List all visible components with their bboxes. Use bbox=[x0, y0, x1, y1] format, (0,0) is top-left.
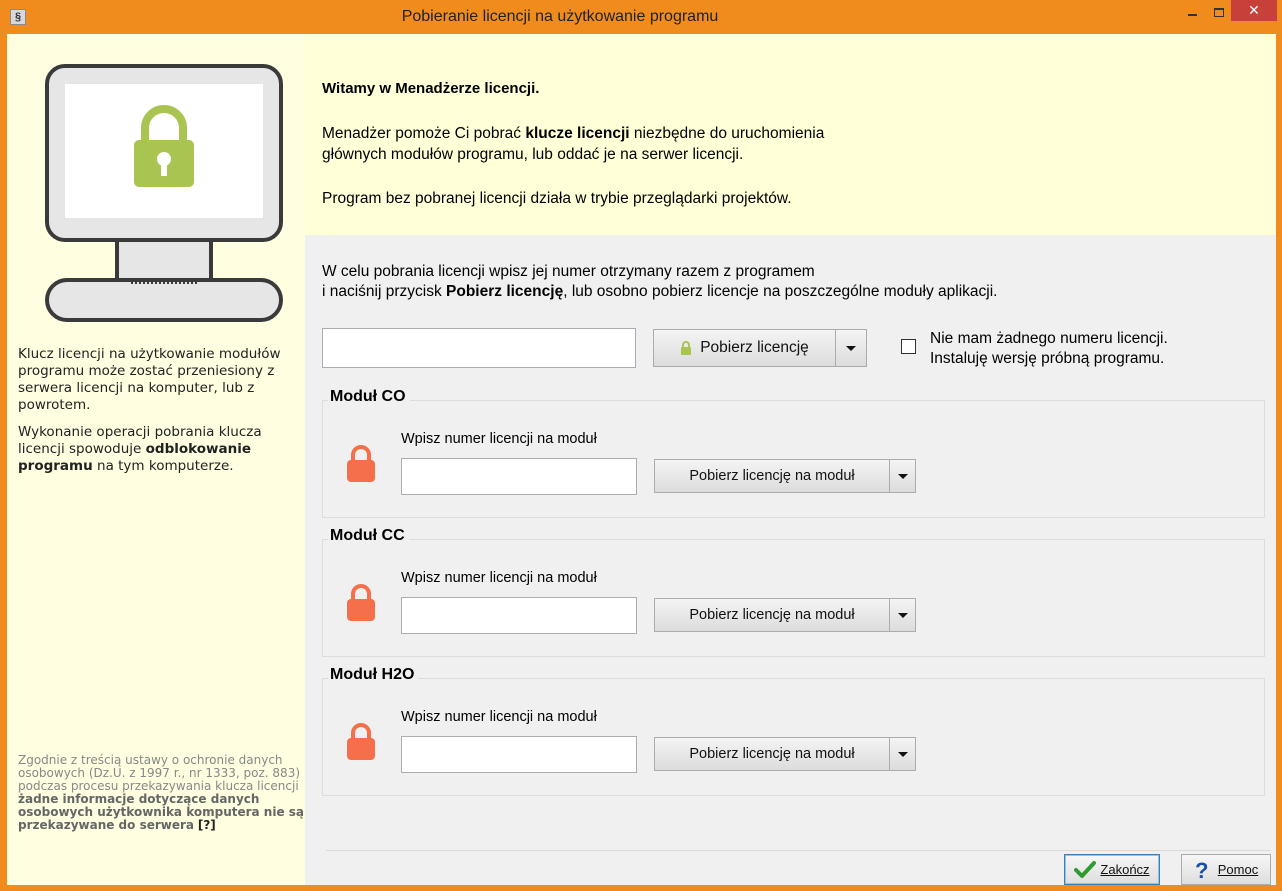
checkmark-icon bbox=[1074, 860, 1097, 878]
chevron-down-icon bbox=[897, 612, 908, 618]
minimize-icon bbox=[1188, 14, 1197, 16]
close-icon: ✕ bbox=[1248, 2, 1260, 18]
orange-lock-icon bbox=[347, 584, 375, 621]
module-co-license-input[interactable] bbox=[401, 458, 637, 495]
chevron-down-icon bbox=[897, 473, 908, 479]
module-cc-download-button[interactable]: Pobierz licencję na moduł bbox=[654, 598, 890, 632]
module-title: Moduł CC bbox=[328, 527, 409, 545]
left-info-panel: Klucz licencji na użytkowanie modułów pr… bbox=[7, 34, 305, 885]
green-lock-icon bbox=[681, 341, 692, 355]
download-license-splitbutton: Pobierz licencję bbox=[653, 329, 867, 367]
module-h2o-group: Moduł H2O Wpisz numer licencji na moduł … bbox=[322, 666, 1265, 796]
trial-version-label[interactable]: Nie mam żadnego numeru licencji. Instaluj… bbox=[930, 329, 1260, 369]
module-license-label: Wpisz numer licencji na moduł bbox=[401, 709, 597, 725]
close-window-button[interactable]: ✕ bbox=[1231, 0, 1277, 21]
orange-lock-icon bbox=[347, 723, 375, 760]
module-license-label: Wpisz numer licencji na moduł bbox=[401, 570, 597, 586]
instructions: W celu pobrania licencji wpisz jej numer… bbox=[322, 263, 998, 300]
module-co-download-splitbutton: Pobierz licencję na moduł bbox=[654, 459, 916, 493]
trial-version-checkbox[interactable] bbox=[901, 339, 916, 354]
license-window: § Pobieranie licencji na użytkowanie pro… bbox=[0, 0, 1282, 891]
module-cc-group: Moduł CC Wpisz numer licencji na moduł P… bbox=[322, 527, 1265, 657]
module-cc-download-dropdown[interactable] bbox=[890, 598, 916, 632]
title-bar[interactable]: § Pobieranie licencji na użytkowanie pro… bbox=[0, 0, 1282, 34]
download-license-dropdown[interactable] bbox=[836, 329, 867, 367]
module-cc-download-splitbutton: Pobierz licencję na moduł bbox=[654, 598, 916, 632]
module-co-download-dropdown[interactable] bbox=[890, 459, 916, 493]
svg-text:?: ? bbox=[1195, 860, 1208, 880]
module-h2o-download-dropdown[interactable] bbox=[890, 737, 916, 771]
module-license-label: Wpisz numer licencji na moduł bbox=[401, 431, 597, 447]
license-transfer-info: Klucz licencji na użytkowanie modułów pr… bbox=[18, 346, 281, 413]
module-h2o-license-input[interactable] bbox=[401, 736, 637, 773]
unlock-info: Wykonanie operacji pobrania klucza licen… bbox=[18, 424, 262, 474]
maximize-button[interactable] bbox=[1206, 2, 1232, 24]
module-title: Moduł H2O bbox=[328, 666, 419, 684]
footer-separator bbox=[326, 850, 1271, 851]
privacy-help-link[interactable]: [?] bbox=[198, 818, 216, 832]
question-mark-icon: ? bbox=[1195, 860, 1208, 880]
finish-button[interactable]: Zakończ bbox=[1064, 854, 1160, 885]
module-h2o-download-button[interactable]: Pobierz licencję na moduł bbox=[654, 737, 890, 771]
maximize-icon bbox=[1214, 8, 1224, 17]
welcome-title: Witamy w Menadżerze licencji. bbox=[322, 80, 540, 97]
chevron-down-icon bbox=[897, 751, 908, 757]
welcome-description: Menadżer pomoże Ci pobrać klucze licencj… bbox=[322, 125, 825, 163]
privacy-notice: Zgodnie z treścią ustawy o ochronie dany… bbox=[18, 753, 305, 832]
download-license-button[interactable]: Pobierz licencję bbox=[653, 329, 836, 367]
viewer-mode-note: Program bez pobranej licencji działa w t… bbox=[322, 190, 792, 207]
window-title: Pobieranie licencji na użytkowanie progr… bbox=[401, 8, 719, 25]
help-button[interactable]: ? Pomoc bbox=[1181, 854, 1271, 885]
chevron-down-icon bbox=[846, 345, 856, 351]
main-panel: Witamy w Menadżerze licencji. Menadżer p… bbox=[305, 34, 1276, 885]
module-co-download-button[interactable]: Pobierz licencję na moduł bbox=[654, 459, 890, 493]
locked-computer-illustration bbox=[45, 64, 283, 322]
module-title: Moduł CO bbox=[328, 388, 410, 406]
welcome-banner: Witamy w Menadżerze licencji. Menadżer p… bbox=[305, 34, 1276, 235]
download-license-label: Pobierz licencję bbox=[700, 339, 809, 356]
module-cc-license-input[interactable] bbox=[401, 597, 637, 634]
minimize-button[interactable] bbox=[1180, 2, 1206, 24]
license-number-input[interactable] bbox=[322, 328, 636, 368]
module-h2o-download-splitbutton: Pobierz licencję na moduł bbox=[654, 737, 916, 771]
module-co-group: Moduł CO Wpisz numer licencji na moduł P… bbox=[322, 388, 1265, 518]
orange-lock-icon bbox=[347, 445, 375, 482]
